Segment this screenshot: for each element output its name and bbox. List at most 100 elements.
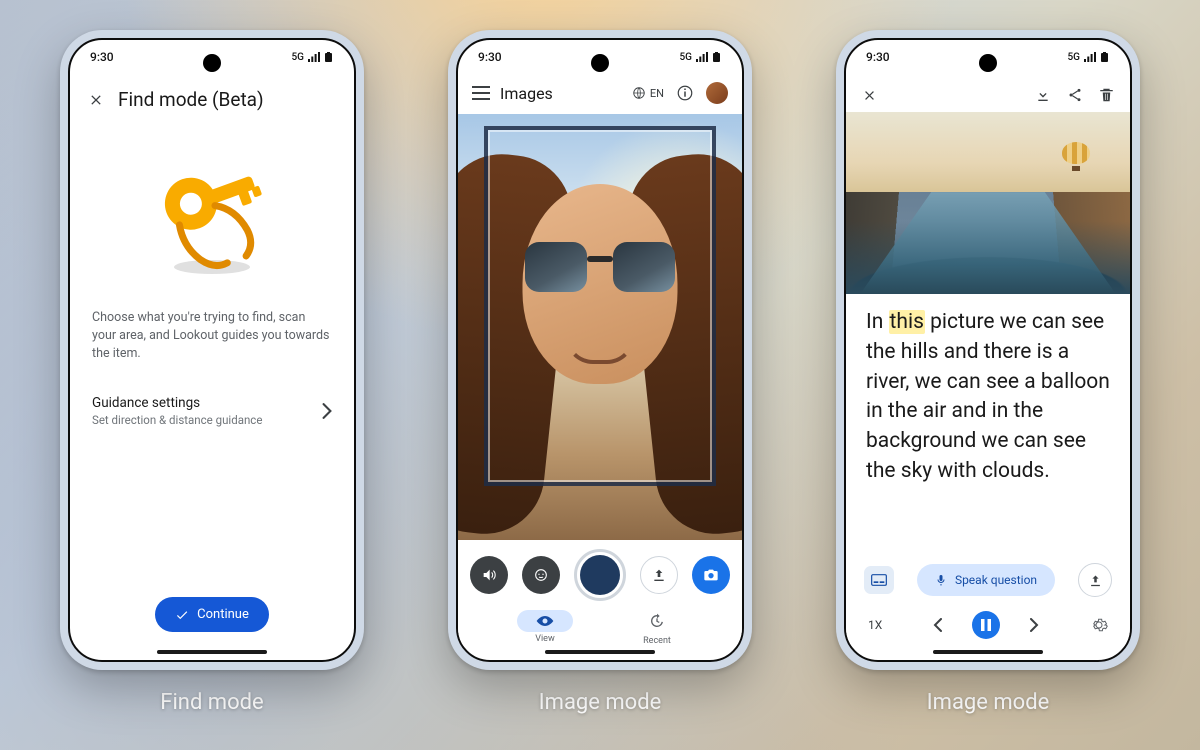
caption-find-mode: Find mode [160, 690, 263, 715]
mic-icon [935, 573, 947, 587]
camera-icon [703, 567, 719, 583]
home-indicator [545, 650, 655, 654]
tab-recent-label: Recent [643, 636, 671, 646]
bottom-tabs: View Recent [458, 608, 742, 646]
status-time: 9:30 [90, 50, 114, 64]
signal-icon [1084, 52, 1096, 62]
upload-icon [651, 567, 667, 583]
images-header: Images [500, 84, 553, 103]
analyzed-image [846, 112, 1130, 294]
upload-button[interactable] [640, 556, 678, 594]
page-title: Find mode (Beta) [118, 88, 264, 111]
col-find-mode: 9:30 5G Find mode (Beta) [60, 30, 364, 715]
info-icon[interactable] [676, 84, 694, 102]
history-icon [649, 613, 665, 629]
playback-speed[interactable]: 1X [868, 618, 882, 632]
continue-button[interactable]: Continue [155, 597, 269, 632]
battery-icon [324, 52, 334, 62]
guidance-settings-row[interactable]: Guidance settings Set direction & distan… [70, 393, 354, 429]
language-label: EN [650, 87, 664, 100]
phone-frame-1: 9:30 5G Find mode (Beta) [60, 30, 364, 670]
camera-hole [591, 54, 609, 72]
gear-icon[interactable] [1090, 616, 1108, 634]
continue-label: Continue [197, 607, 249, 622]
face-detect-button[interactable] [522, 556, 560, 594]
export-button[interactable] [1078, 563, 1112, 597]
close-icon[interactable] [862, 88, 877, 103]
guidance-settings-label: Guidance settings [92, 395, 262, 411]
status-network: 5G [680, 52, 693, 63]
image-description-text: In this picture we can see the hills and… [846, 298, 1130, 497]
sound-icon [481, 567, 497, 583]
close-icon[interactable] [88, 92, 104, 108]
desc-pre: In [866, 310, 889, 334]
camera-controls [458, 542, 742, 608]
find-mode-description: Choose what you're trying to find, scan … [70, 309, 354, 363]
phone-frame-3: 9:30 5G [836, 30, 1140, 670]
phone-screen-3: 9:30 5G [844, 38, 1132, 662]
chevron-left-icon [933, 618, 943, 632]
ask-bar: Speak question [846, 558, 1130, 602]
signal-icon [696, 52, 708, 62]
key-illustration [70, 157, 354, 277]
check-icon [175, 608, 189, 622]
chevron-right-icon [1029, 618, 1039, 632]
shutter-button[interactable] [574, 549, 626, 601]
battery-icon [1100, 52, 1110, 62]
speak-question-label: Speak question [955, 573, 1037, 587]
share-icon[interactable] [1067, 87, 1083, 103]
status-time: 9:30 [478, 50, 502, 64]
phone-frame-2: 9:30 5G Images EN [448, 30, 752, 670]
eye-icon [535, 615, 555, 627]
balloon-icon [1062, 142, 1090, 170]
tab-recent[interactable]: Recent [631, 608, 683, 646]
col-image-mode-reader: 9:30 5G [836, 30, 1140, 715]
status-right: 5G [1068, 52, 1111, 63]
next-button[interactable] [1020, 611, 1048, 639]
viewfinder-image [458, 114, 742, 540]
delete-icon[interactable] [1099, 87, 1114, 103]
camera-hole [979, 54, 997, 72]
captions-icon [871, 574, 887, 586]
home-indicator [157, 650, 267, 654]
avatar[interactable] [706, 82, 728, 104]
tab-view-label: View [535, 634, 554, 644]
col-image-mode-live: 9:30 5G Images EN [448, 30, 752, 715]
playback-bar: 1X [846, 604, 1130, 646]
tab-view[interactable]: View [517, 610, 573, 644]
pause-icon [981, 619, 991, 631]
chevron-right-icon [322, 403, 332, 419]
prev-button[interactable] [924, 611, 952, 639]
caption-image-mode-reader: Image mode [927, 690, 1050, 715]
status-time: 9:30 [866, 50, 890, 64]
upload-icon [1088, 573, 1103, 588]
battery-icon [712, 52, 722, 62]
caption-image-mode-live: Image mode [539, 690, 662, 715]
desc-highlight: this [889, 310, 925, 334]
guidance-settings-sub: Set direction & distance guidance [92, 413, 262, 427]
download-icon[interactable] [1035, 87, 1051, 103]
camera-mode-button[interactable] [692, 556, 730, 594]
menu-icon[interactable] [472, 86, 490, 100]
status-right: 5G [680, 52, 723, 63]
globe-icon [632, 86, 646, 100]
status-right: 5G [292, 52, 335, 63]
home-indicator [933, 650, 1043, 654]
face-icon [533, 567, 549, 583]
status-network: 5G [292, 52, 305, 63]
promo-stage: 9:30 5G Find mode (Beta) [0, 0, 1200, 715]
captions-button[interactable] [864, 566, 894, 594]
signal-icon [308, 52, 320, 62]
camera-hole [203, 54, 221, 72]
phone-screen-2: 9:30 5G Images EN [456, 38, 744, 662]
sound-button[interactable] [470, 556, 508, 594]
focus-frame [484, 126, 716, 486]
pause-button[interactable] [972, 611, 1000, 639]
phone-screen-1: 9:30 5G Find mode (Beta) [68, 38, 356, 662]
desc-post: picture we can see the hills and there i… [866, 310, 1110, 483]
reader-top-bar [846, 80, 1130, 110]
speak-question-button[interactable]: Speak question [917, 564, 1055, 596]
language-selector[interactable]: EN [632, 86, 664, 100]
status-network: 5G [1068, 52, 1081, 63]
images-top-bar: Images EN [458, 76, 742, 110]
